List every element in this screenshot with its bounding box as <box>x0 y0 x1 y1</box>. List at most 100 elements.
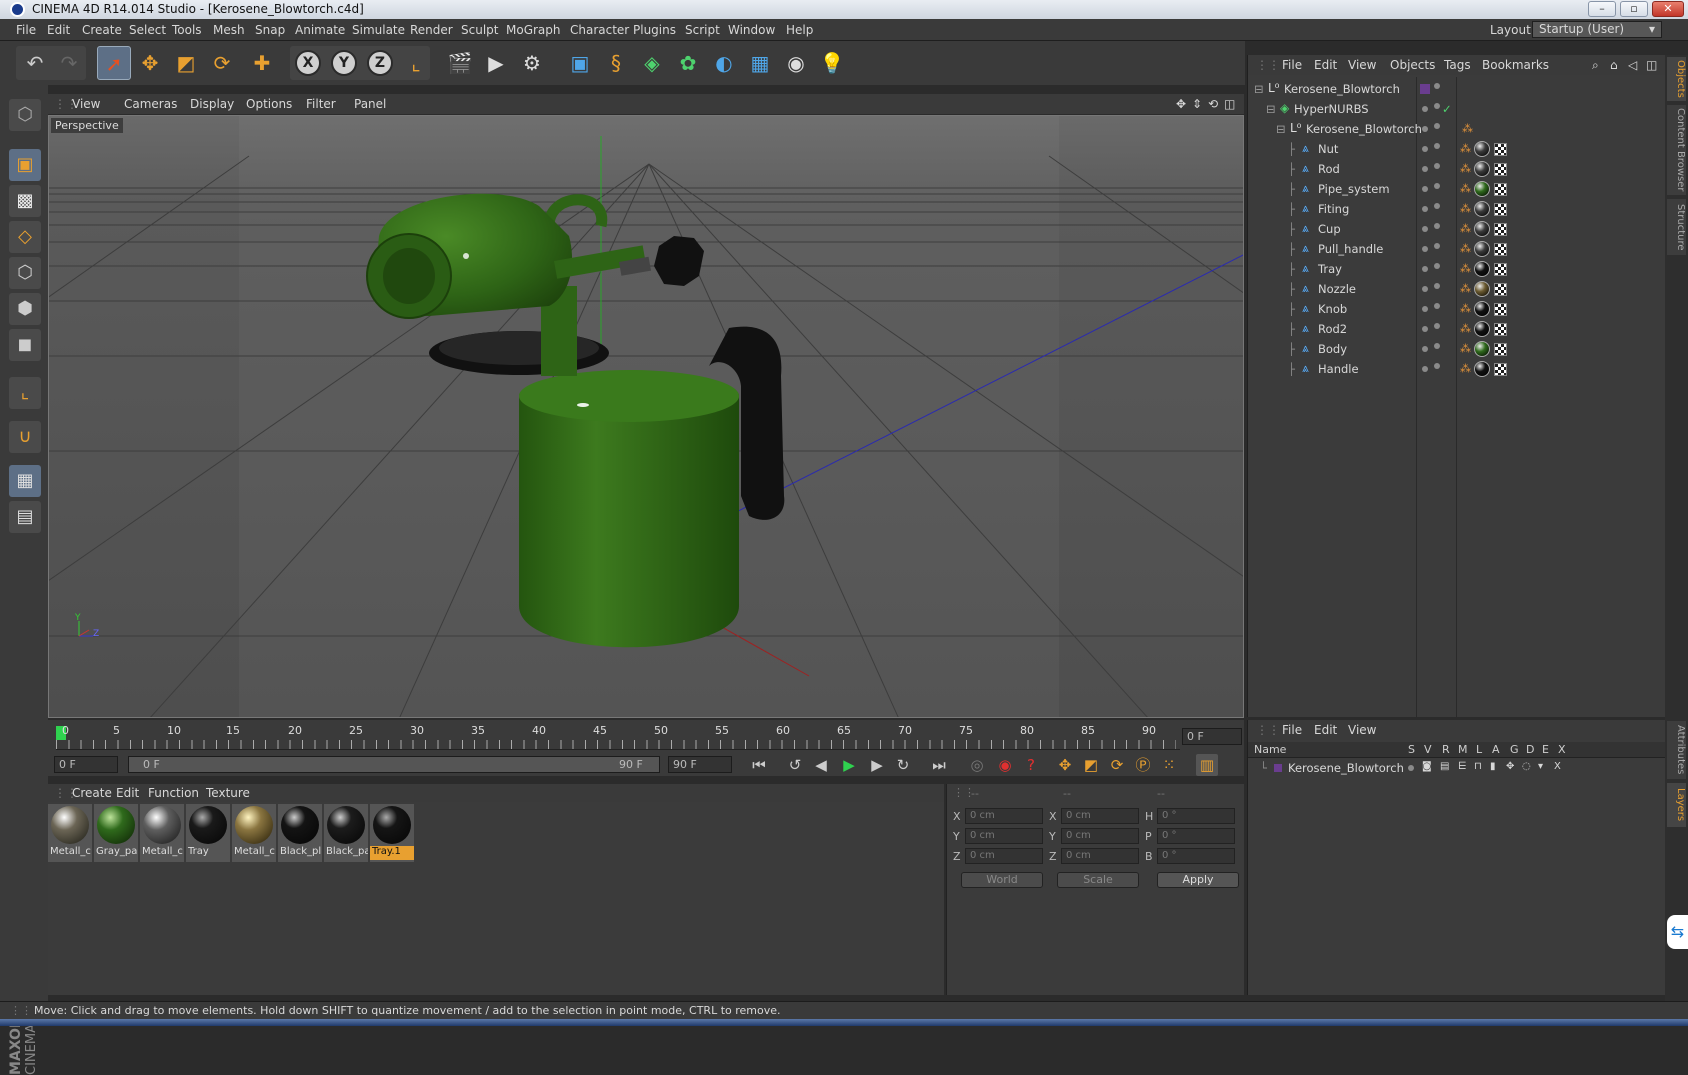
menu-simulate[interactable]: Simulate <box>352 23 405 37</box>
visibility-dot[interactable] <box>1422 346 1428 352</box>
visibility-dot[interactable] <box>1422 146 1428 152</box>
viewport-menu-cameras[interactable]: Cameras <box>124 97 177 111</box>
menu-mesh[interactable]: Mesh <box>213 23 245 37</box>
object-menu-tags[interactable]: Tags <box>1444 58 1471 72</box>
menu-animate[interactable]: Animate <box>295 23 345 37</box>
render-dot[interactable] <box>1434 343 1440 349</box>
key-parameter-icon[interactable]: Ⓟ <box>1132 754 1154 776</box>
phong-tag-icon[interactable]: ⁂ <box>1460 323 1471 335</box>
render-view-icon[interactable]: 🎬 <box>443 46 477 80</box>
uvw-tag-icon[interactable] <box>1494 303 1507 316</box>
material-swatch[interactable]: Tray <box>186 804 230 862</box>
menu-edit[interactable]: Edit <box>47 23 70 37</box>
object-row[interactable]: ├ ⩓ Tray ⁂ <box>1248 259 1666 279</box>
previous-key-icon[interactable]: ↺ <box>784 754 806 776</box>
material-tag-icon[interactable] <box>1474 281 1490 297</box>
size-mode-select[interactable]: Scale <box>1057 872 1139 888</box>
autokey-icon[interactable]: ? <box>1020 754 1042 776</box>
tab-attributes[interactable]: Attributes <box>1667 721 1686 779</box>
z-axis-lock-icon[interactable]: Z <box>367 50 393 76</box>
menu-mograph[interactable]: MoGraph <box>506 23 561 37</box>
phong-tag-icon[interactable]: ⁂ <box>1460 283 1471 295</box>
uvw-tag-icon[interactable] <box>1494 363 1507 376</box>
phong-tag-icon[interactable]: ⁂ <box>1460 143 1471 155</box>
camera-icon[interactable]: ◉ <box>779 46 813 80</box>
material-tag-icon[interactable] <box>1474 361 1490 377</box>
render-dot[interactable] <box>1434 283 1440 289</box>
close-button[interactable]: ✕ <box>1652 1 1684 17</box>
uvw-tag-icon[interactable] <box>1494 143 1507 156</box>
viewport-move-icon[interactable]: ✥ <box>1176 97 1186 111</box>
object-menu-view[interactable]: View <box>1348 58 1376 72</box>
phong-tag-icon[interactable]: ⁂ <box>1460 263 1471 275</box>
axis-mode-icon[interactable]: ⌞ <box>9 377 41 409</box>
polygons-mode-icon[interactable]: ◼ <box>9 329 41 361</box>
live-selection-icon[interactable]: ➚ <box>97 46 131 80</box>
menu-render[interactable]: Render <box>410 23 453 37</box>
rot-b-field[interactable]: 0 ° <box>1157 848 1235 864</box>
edges-mode-icon[interactable]: ⬢ <box>9 293 41 325</box>
workplane-lock-icon[interactable]: ▦ <box>9 465 41 497</box>
phong-tag-icon[interactable]: ⁂ <box>1462 123 1473 135</box>
collapse-icon[interactable]: ⊟ <box>1266 102 1276 116</box>
material-swatch[interactable]: Metall_c <box>232 804 276 862</box>
pos-x-field[interactable]: 0 cm <box>965 808 1043 824</box>
phong-tag-icon[interactable]: ⁂ <box>1460 303 1471 315</box>
object-row-hypernurbs[interactable]: ⊟ ◈ HyperNURBS ✓ <box>1248 99 1666 119</box>
collapse-icon[interactable]: ⊟ <box>1254 82 1264 96</box>
coordinate-system-icon[interactable]: ⌞ <box>399 46 433 80</box>
visibility-dot[interactable] <box>1422 166 1428 172</box>
floor-scene-icon[interactable]: ▦ <box>743 46 777 80</box>
search-icon[interactable]: ⌕ <box>1592 58 1599 73</box>
uvw-tag-icon[interactable] <box>1494 283 1507 296</box>
material-tag-icon[interactable] <box>1474 321 1490 337</box>
menu-help[interactable]: Help <box>786 23 813 37</box>
place-tool-icon[interactable]: ✚ <box>245 46 279 80</box>
menu-select[interactable]: Select <box>129 23 166 37</box>
uvw-tag-icon[interactable] <box>1494 323 1507 336</box>
goto-start-icon[interactable]: ⏮ <box>748 754 770 776</box>
uvw-tag-icon[interactable] <box>1494 203 1507 216</box>
home-icon[interactable]: ⌂ <box>1610 58 1618 72</box>
visibility-dot[interactable] <box>1422 266 1428 272</box>
manager-icon[interactable]: ⋿ <box>1458 761 1467 772</box>
uvw-tag-icon[interactable] <box>1494 163 1507 176</box>
visibility-dot[interactable] <box>1422 226 1428 232</box>
goto-end-icon[interactable]: ⏭ <box>928 754 950 776</box>
viewport-zoom-icon[interactable]: ⇕ <box>1192 97 1202 111</box>
deformer-icon[interactable]: ◐ <box>707 46 741 80</box>
next-key-icon[interactable]: ↻ <box>892 754 914 776</box>
object-row[interactable]: ├ ⩓ Rod2 ⁂ <box>1248 319 1666 339</box>
size-x-field[interactable]: 0 cm <box>1061 808 1139 824</box>
material-swatch[interactable]: Gray_pa <box>94 804 138 862</box>
animation-icon[interactable]: ▮ <box>1490 761 1496 772</box>
visibility-dot[interactable] <box>1422 186 1428 192</box>
record-active-icon[interactable]: ◉ <box>994 754 1016 776</box>
visibility-dot[interactable] <box>1434 83 1440 89</box>
object-row[interactable]: ├ ⩓ Nut ⁂ <box>1248 139 1666 159</box>
deformers-icon[interactable]: ◌ <box>1522 761 1531 772</box>
back-icon[interactable]: ◁ <box>1628 58 1637 72</box>
object-row-group[interactable]: ⊟ L⁰ Kerosene_Blowtorch ⁂ <box>1248 119 1666 139</box>
object-menu-edit[interactable]: Edit <box>1314 58 1337 72</box>
object-row[interactable]: ├ ⩓ Pull_handle ⁂ <box>1248 239 1666 259</box>
key-pla-icon[interactable]: ⁙ <box>1158 754 1180 776</box>
spline-icon[interactable]: § <box>599 46 633 80</box>
object-row[interactable]: ├ ⩓ Body ⁂ <box>1248 339 1666 359</box>
render-dot[interactable] <box>1434 263 1440 269</box>
material-tag-icon[interactable] <box>1474 221 1490 237</box>
layer-row[interactable]: └ Kerosene_Blowtorch ◙ ▤ ⋿ ⊓ ▮ ✥ ◌ ▾ X <box>1248 758 1666 778</box>
phong-tag-icon[interactable]: ⁂ <box>1460 223 1471 235</box>
undo-icon[interactable]: ↶ <box>18 46 52 80</box>
render-dot[interactable] <box>1434 363 1440 369</box>
layer-menu-file[interactable]: File <box>1282 723 1302 737</box>
tab-objects[interactable]: Objects <box>1667 57 1686 101</box>
key-scale-icon[interactable]: ◩ <box>1080 754 1102 776</box>
points-mode-icon[interactable]: ⬡ <box>9 257 41 289</box>
render-dot[interactable] <box>1434 143 1440 149</box>
lock-icon[interactable]: ⊓ <box>1474 761 1482 772</box>
play-icon[interactable]: ▶ <box>838 754 860 776</box>
pos-y-field[interactable]: 0 cm <box>965 828 1043 844</box>
render-dot[interactable] <box>1434 243 1440 249</box>
material-menu-edit[interactable]: Edit <box>116 786 139 800</box>
